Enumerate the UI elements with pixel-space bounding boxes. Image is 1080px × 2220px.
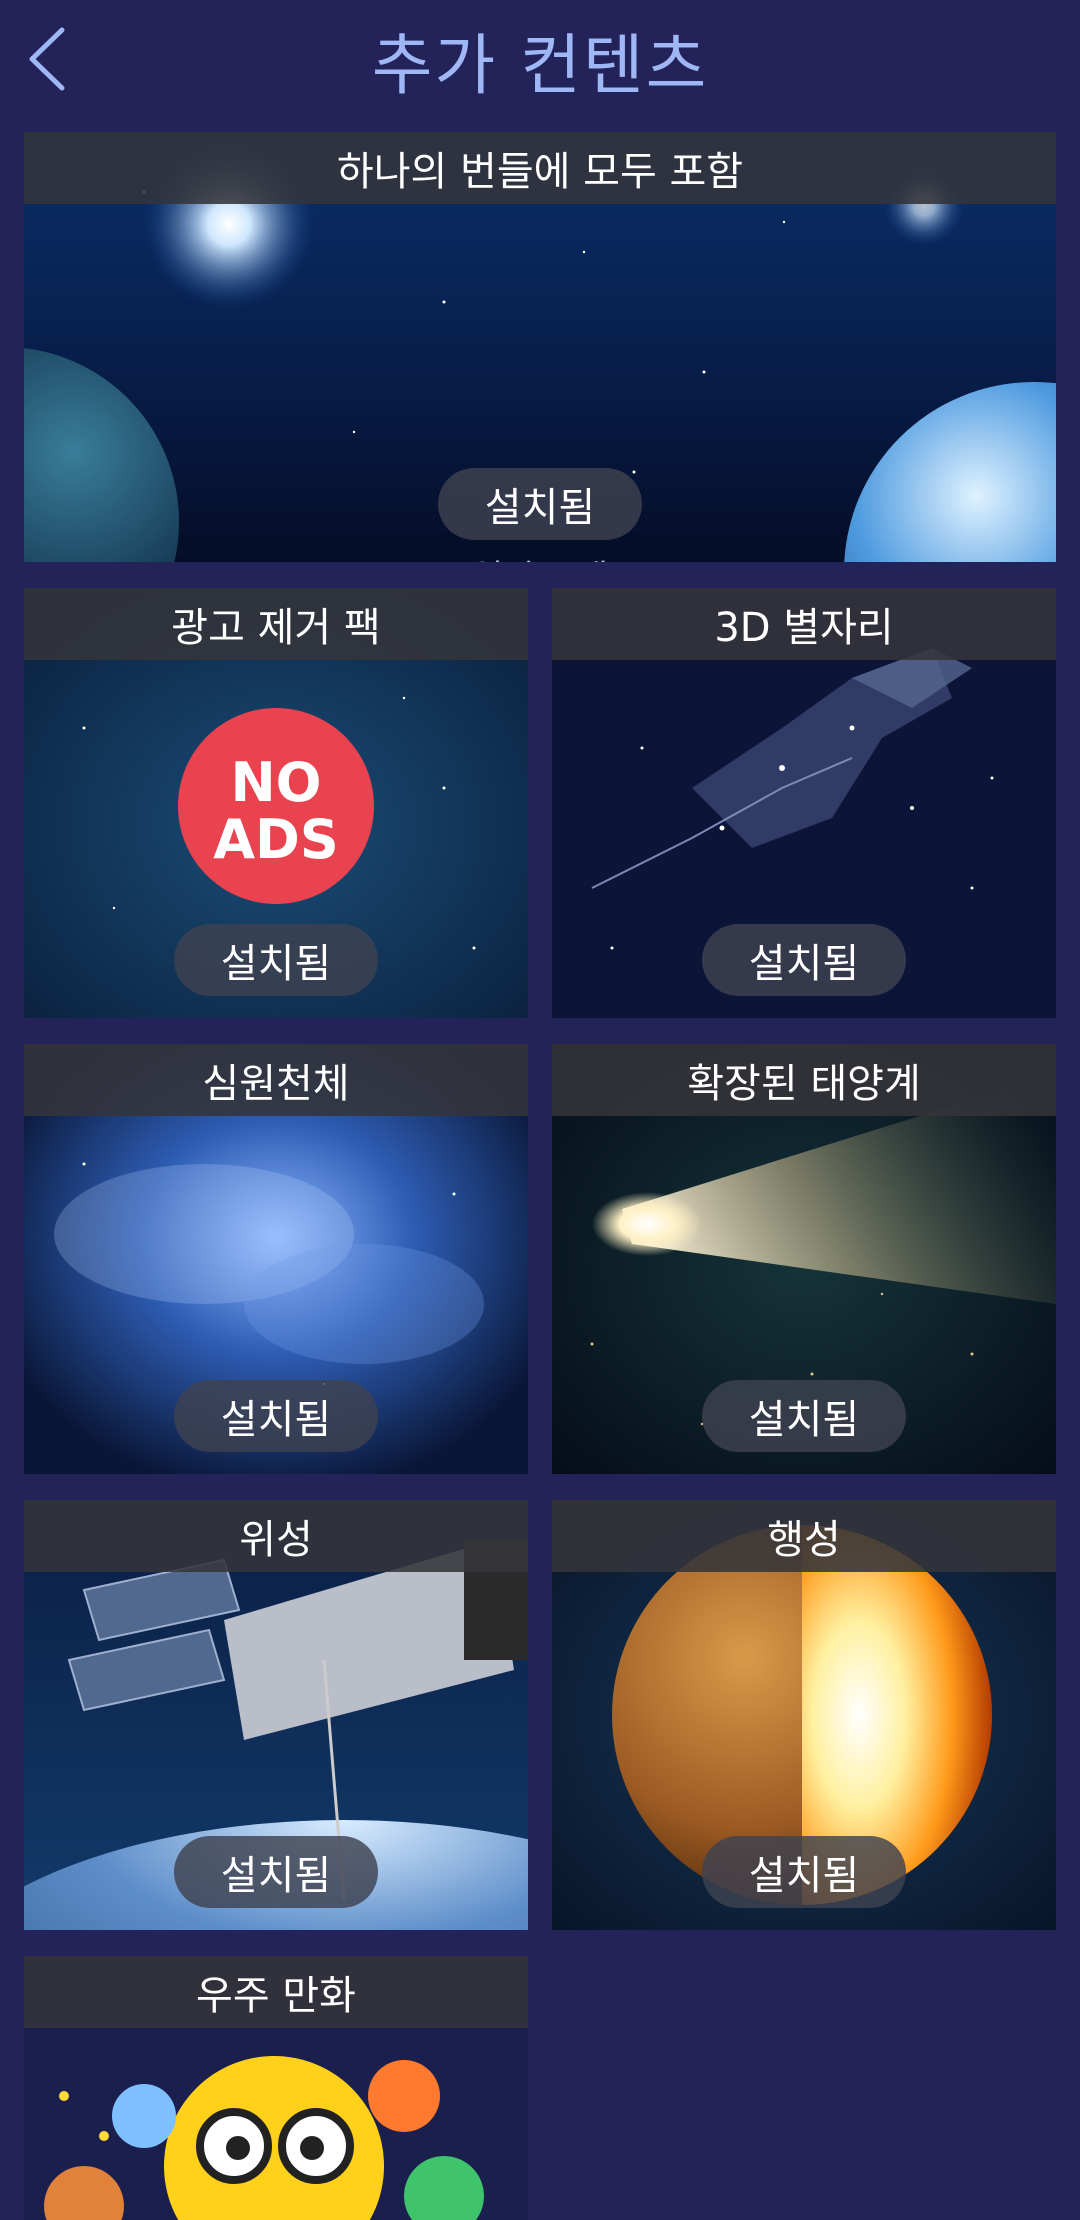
pack-status-button[interactable]: 설치됨 xyxy=(174,924,378,996)
pack-title: 심원천체 xyxy=(24,1044,528,1116)
pack-status-button[interactable]: 설치됨 xyxy=(702,1836,906,1908)
pack-card-3d-constellations[interactable]: 3D 별자리 설치됨 xyxy=(552,588,1056,1018)
svg-text:ADS: ADS xyxy=(213,808,339,871)
purchase-type-label: 일시 구매 xyxy=(24,550,1056,562)
pack-status-button[interactable]: 설치됨 xyxy=(174,1836,378,1908)
pack-card-extended-solar-system[interactable]: 확장된 태양계 설치됨 xyxy=(552,1044,1056,1474)
pack-card-space-cartoon[interactable]: 우주 만화 xyxy=(24,1956,528,2220)
pack-title: 광고 제거 팩 xyxy=(24,588,528,660)
pack-title: 우주 만화 xyxy=(24,1956,528,2028)
pack-card-deep-sky[interactable]: 심원천체 설치됨 xyxy=(24,1044,528,1474)
pack-status-button[interactable]: 설치됨 xyxy=(702,1380,906,1452)
page-title: 추가 컨텐츠 xyxy=(371,27,709,104)
no-ads-badge-icon: NO ADS xyxy=(178,708,374,904)
bundle-card[interactable]: 하나의 번들에 모두 포함 일시 구매 설치됨 xyxy=(24,132,1056,562)
pack-title: 위성 xyxy=(24,1500,528,1572)
pack-title: 행성 xyxy=(552,1500,1056,1572)
pack-status-button[interactable]: 설치됨 xyxy=(702,924,906,996)
bundle-status-button[interactable]: 설치됨 xyxy=(438,468,642,540)
header: 추가 컨텐츠 xyxy=(0,0,1080,120)
svg-text:NO: NO xyxy=(230,751,321,814)
pack-status-button[interactable]: 설치됨 xyxy=(174,1380,378,1452)
pack-card-satellites[interactable]: 위성 설치됨 xyxy=(24,1500,528,1930)
pack-card-planets[interactable]: 행성 설치됨 xyxy=(552,1500,1056,1930)
pack-title: 확장된 태양계 xyxy=(552,1044,1056,1116)
bundle-title: 하나의 번들에 모두 포함 xyxy=(24,132,1056,204)
pack-title: 3D 별자리 xyxy=(552,588,1056,660)
pack-card-no-ads[interactable]: 광고 제거 팩 NO ADS 설치됨 xyxy=(24,588,528,1018)
